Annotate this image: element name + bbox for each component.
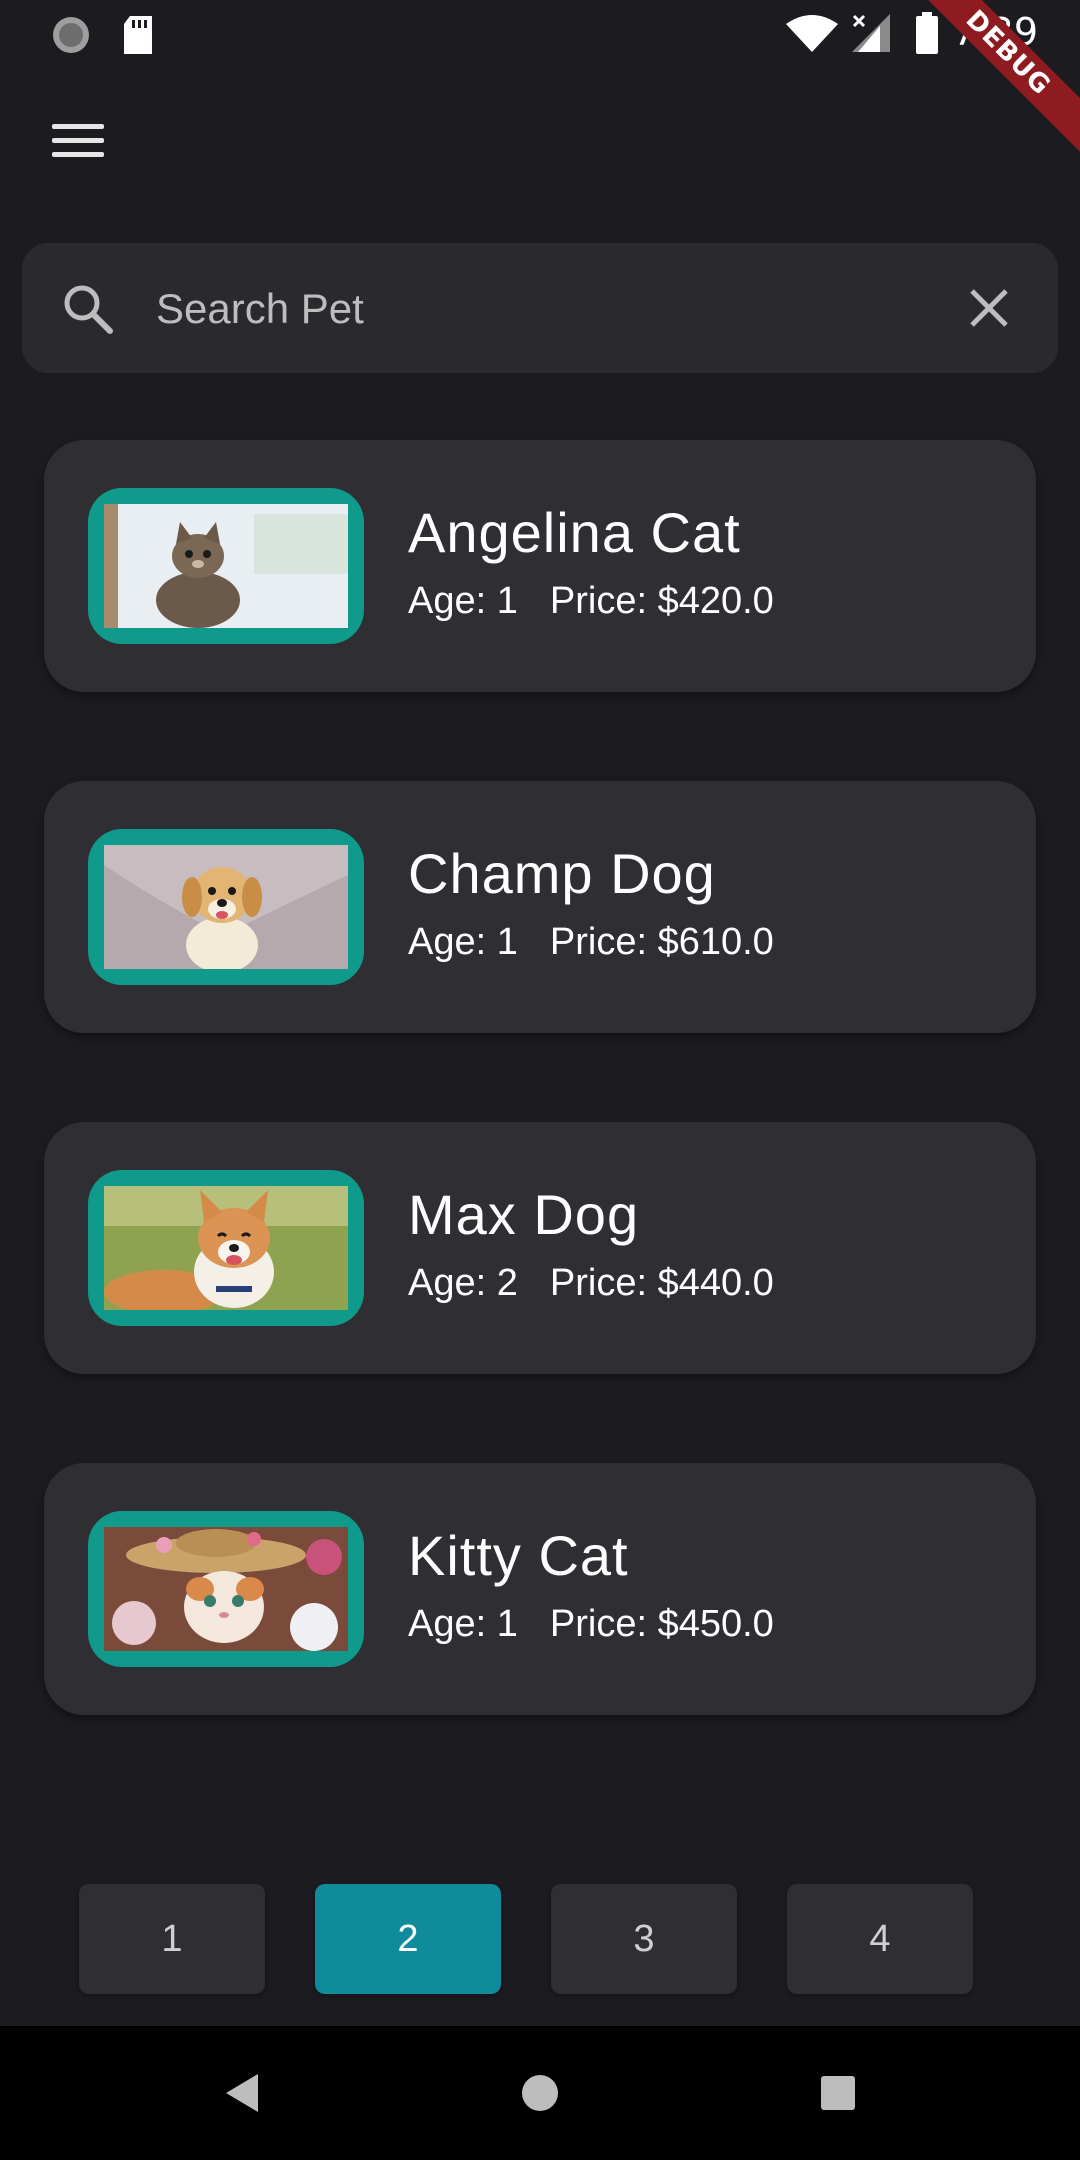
pet-card[interactable]: Kitty Cat Age: 1 Price: $450.0 <box>44 1463 1036 1715</box>
search-bar <box>22 243 1058 373</box>
system-nav-bar <box>0 2026 1080 2160</box>
puppy-photo <box>104 845 348 969</box>
corgi-photo <box>104 1186 348 1310</box>
search-icon <box>64 285 113 334</box>
pet-price: Price: $450.0 <box>549 1603 774 1645</box>
cat-with-hat-photo <box>104 1527 348 1651</box>
pet-name: Kitty Cat <box>408 1524 629 1587</box>
loading-icon <box>53 17 89 53</box>
search-input[interactable] <box>154 273 958 345</box>
kitten-photo <box>104 504 348 628</box>
status-bar: 7:39 DEBUG <box>0 0 1080 159</box>
pet-card[interactable]: Angelina Cat Age: 1 Price: $420.0 <box>44 440 1036 692</box>
close-icon[interactable] <box>964 283 1014 333</box>
pet-thumbnail <box>88 1170 364 1326</box>
pet-details: Age: 2 Price: $440.0 <box>408 1262 774 1305</box>
page-button-2[interactable]: 2 <box>315 1884 501 1994</box>
pet-details: Age: 1 Price: $610.0 <box>408 921 774 964</box>
pet-name: Angelina Cat <box>408 501 741 564</box>
recents-icon[interactable] <box>818 2072 858 2114</box>
pet-age: Age: 1 <box>408 1603 518 1645</box>
pet-age: Age: 1 <box>408 921 518 963</box>
sd-card-icon <box>124 16 152 54</box>
back-icon[interactable] <box>224 2072 262 2114</box>
battery-icon <box>916 12 938 54</box>
pet-thumbnail <box>88 488 364 644</box>
pet-list: Angelina Cat Age: 1 Price: $420.0 Champ D… <box>44 440 1036 1804</box>
pet-price: Price: $440.0 <box>549 1262 774 1304</box>
pet-price: Price: $420.0 <box>549 580 774 622</box>
pet-name: Max Dog <box>408 1183 640 1246</box>
home-icon[interactable] <box>520 2072 560 2114</box>
pet-card[interactable]: Champ Dog Age: 1 Price: $610.0 <box>44 781 1036 1033</box>
page-button-1[interactable]: 1 <box>79 1884 265 1994</box>
page-button-4[interactable]: 4 <box>787 1884 973 1994</box>
wifi-icon <box>786 15 838 52</box>
pet-age: Age: 1 <box>408 580 518 622</box>
pet-name: Champ Dog <box>408 842 716 905</box>
pet-price: Price: $610.0 <box>549 921 774 963</box>
signal-icon <box>852 14 890 52</box>
menu-icon[interactable] <box>40 115 114 169</box>
pet-age: Age: 2 <box>408 1262 518 1304</box>
pagination: 1 2 3 4 <box>79 1884 1001 1994</box>
pet-thumbnail <box>88 1511 364 1667</box>
pet-details: Age: 1 Price: $450.0 <box>408 1603 774 1646</box>
pet-thumbnail <box>88 829 364 985</box>
page-button-3[interactable]: 3 <box>551 1884 737 1994</box>
pet-card[interactable]: Max Dog Age: 2 Price: $440.0 <box>44 1122 1036 1374</box>
pet-details: Age: 1 Price: $420.0 <box>408 580 774 623</box>
